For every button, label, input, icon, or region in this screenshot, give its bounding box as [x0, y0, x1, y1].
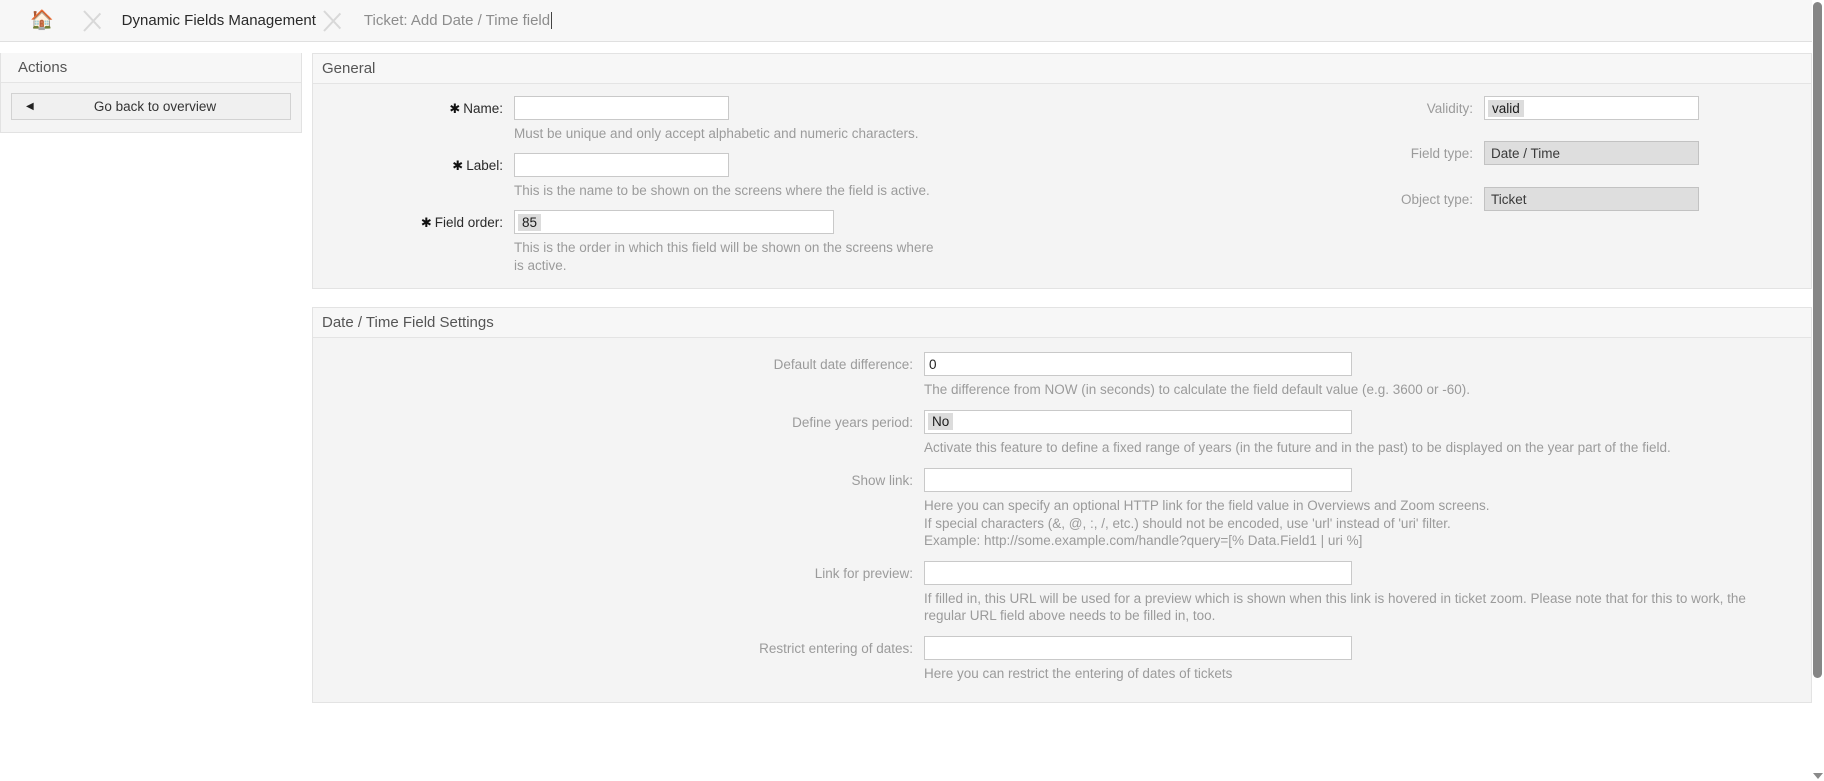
- label-label: Label:: [466, 158, 503, 173]
- general-panel-title: General: [313, 54, 1811, 84]
- object-type-control: Ticket: [1473, 187, 1699, 211]
- actions-widget-title: Actions: [1, 53, 301, 83]
- link-for-preview-input[interactable]: [924, 561, 1352, 585]
- field-row-field-type: Field type: Date / Time: [1298, 141, 1811, 165]
- show-link-hint-line2: If special characters (&, @, :, /, etc.)…: [924, 515, 1490, 533]
- field-row-define-years-period: Define years period: No Activate this fe…: [313, 410, 1811, 457]
- general-panel: General ✱Name: Must be unique and only a…: [312, 53, 1812, 289]
- field-order-control: 85 This is the order in which this field…: [503, 210, 944, 274]
- breadcrumb-item-current: Ticket: Add Date / Time field: [362, 0, 552, 41]
- default-date-difference-hint: The difference from NOW (in seconds) to …: [924, 381, 1470, 399]
- required-marker: ✱: [449, 101, 463, 116]
- field-order-label-wrap: ✱Field order:: [313, 210, 503, 231]
- field-row-field-order: ✱Field order: 85 This is the order in wh…: [313, 210, 1298, 274]
- show-link-input[interactable]: [924, 468, 1352, 492]
- main-content: General ✱Name: Must be unique and only a…: [312, 53, 1812, 721]
- vertical-scrollbar[interactable]: [1812, 0, 1824, 781]
- field-row-link-for-preview: Link for preview: If filled in, this URL…: [313, 561, 1811, 625]
- define-years-period-select[interactable]: No: [924, 410, 1352, 434]
- field-type-value: Date / Time: [1484, 141, 1699, 165]
- validity-control: valid: [1473, 96, 1699, 120]
- required-marker: ✱: [452, 158, 466, 173]
- actions-widget-body: ◀ Go back to overview: [1, 83, 301, 132]
- actions-widget: Actions ◀ Go back to overview: [0, 53, 302, 133]
- name-hint: Must be unique and only accept alphabeti…: [514, 125, 919, 143]
- validity-value: valid: [1488, 100, 1524, 117]
- object-type-value: Ticket: [1484, 187, 1699, 211]
- field-row-default-date-difference: Default date difference: The difference …: [313, 352, 1811, 399]
- field-type-label: Field type:: [1298, 141, 1473, 161]
- show-link-label: Show link:: [313, 468, 913, 488]
- text-caret: [551, 12, 552, 29]
- field-order-select[interactable]: 85: [514, 210, 834, 234]
- scrollbar-thumb[interactable]: [1813, 2, 1822, 678]
- general-right-column: Validity: valid Field type: Date / Time: [1298, 84, 1811, 288]
- field-order-label: Field order:: [435, 215, 503, 230]
- restrict-entering-of-dates-control: Here you can restrict the entering of da…: [913, 636, 1352, 683]
- object-type-label: Object type:: [1298, 187, 1473, 207]
- validity-select[interactable]: valid: [1484, 96, 1699, 120]
- name-label: Name:: [463, 101, 503, 116]
- show-link-hint-line3: Example: http://some.example.com/handle?…: [924, 532, 1490, 550]
- field-row-show-link: Show link: Here you can specify an optio…: [313, 468, 1811, 550]
- scrollbar-down-arrow-icon[interactable]: [1813, 773, 1823, 779]
- datetime-settings-body: Default date difference: The difference …: [313, 338, 1811, 702]
- default-date-difference-input[interactable]: [924, 352, 1352, 376]
- breadcrumb: 🏠 Dynamic Fields Management Ticket: Add …: [0, 0, 1812, 42]
- restrict-entering-of-dates-input[interactable]: [924, 636, 1352, 660]
- define-years-period-hint: Activate this feature to define a fixed …: [924, 439, 1671, 457]
- field-row-object-type: Object type: Ticket: [1298, 187, 1811, 211]
- name-input[interactable]: [514, 96, 729, 120]
- define-years-period-value: No: [928, 413, 953, 430]
- label-hint: This is the name to be shown on the scre…: [514, 182, 930, 200]
- link-for-preview-control: If filled in, this URL will be used for …: [913, 561, 1759, 625]
- breadcrumb-separator-2: [316, 0, 362, 41]
- name-control: Must be unique and only accept alphabeti…: [503, 96, 919, 143]
- home-icon[interactable]: 🏠: [30, 11, 54, 30]
- sidebar: Actions ◀ Go back to overview: [0, 53, 302, 133]
- datetime-settings-panel: Date / Time Field Settings Default date …: [312, 307, 1812, 703]
- back-arrow-icon: ◀: [26, 102, 34, 112]
- show-link-hint-line1: Here you can specify an optional HTTP li…: [924, 497, 1490, 515]
- field-row-validity: Validity: valid: [1298, 96, 1811, 120]
- field-order-value: 85: [518, 214, 541, 231]
- validity-label: Validity:: [1298, 96, 1473, 116]
- label-label-wrap: ✱Label:: [313, 153, 503, 174]
- link-for-preview-hint: If filled in, this URL will be used for …: [924, 590, 1759, 625]
- breadcrumb-home[interactable]: 🏠: [0, 0, 76, 41]
- name-label-wrap: ✱Name:: [313, 96, 503, 117]
- field-row-label: ✱Label: This is the name to be shown on …: [313, 153, 1298, 200]
- label-input[interactable]: [514, 153, 729, 177]
- restrict-entering-of-dates-label: Restrict entering of dates:: [313, 636, 913, 656]
- label-control: This is the name to be shown on the scre…: [503, 153, 930, 200]
- restrict-entering-of-dates-hint: Here you can restrict the entering of da…: [924, 665, 1352, 683]
- go-back-to-overview-button[interactable]: ◀ Go back to overview: [11, 93, 291, 120]
- go-back-to-overview-label: Go back to overview: [12, 99, 290, 114]
- field-type-control: Date / Time: [1473, 141, 1699, 165]
- datetime-settings-title: Date / Time Field Settings: [313, 308, 1811, 338]
- general-left-column: ✱Name: Must be unique and only accept al…: [313, 84, 1298, 288]
- breadcrumb-item-dynamic-fields-management[interactable]: Dynamic Fields Management: [122, 0, 316, 41]
- show-link-control: Here you can specify an optional HTTP li…: [913, 468, 1490, 550]
- breadcrumb-separator-1: [76, 0, 122, 41]
- link-for-preview-label: Link for preview:: [313, 561, 913, 581]
- field-row-restrict-entering-of-dates: Restrict entering of dates: Here you can…: [313, 636, 1811, 683]
- default-date-difference-control: The difference from NOW (in seconds) to …: [913, 352, 1470, 399]
- field-order-hint: This is the order in which this field wi…: [514, 239, 944, 274]
- field-row-name: ✱Name: Must be unique and only accept al…: [313, 96, 1298, 143]
- breadcrumb-label: Dynamic Fields Management: [122, 0, 316, 42]
- general-panel-body: ✱Name: Must be unique and only accept al…: [313, 84, 1811, 288]
- required-marker: ✱: [421, 215, 435, 230]
- define-years-period-control: No Activate this feature to define a fix…: [913, 410, 1671, 457]
- default-date-difference-label: Default date difference:: [313, 352, 913, 372]
- define-years-period-label: Define years period:: [313, 410, 913, 430]
- breadcrumb-label-current: Ticket: Add Date / Time field: [364, 0, 550, 42]
